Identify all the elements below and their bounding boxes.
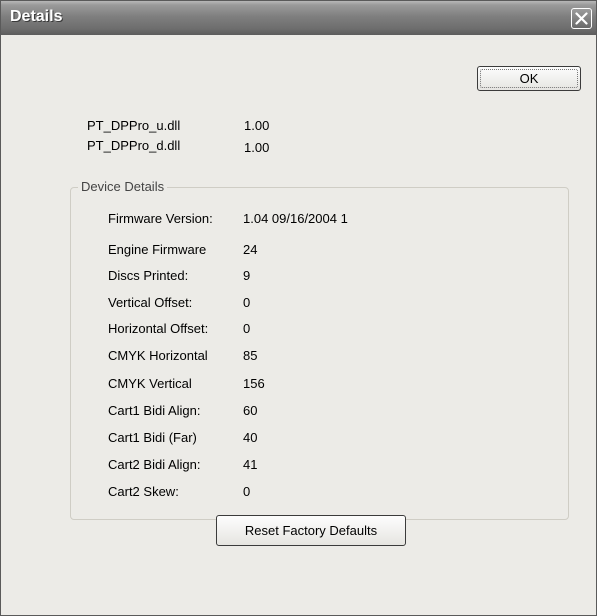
detail-value: 9	[243, 268, 251, 283]
ok-button[interactable]: OK	[477, 66, 581, 91]
reset-button-label: Reset Factory Defaults	[244, 523, 378, 538]
close-button[interactable]	[571, 8, 592, 29]
dll-version: 1.00	[244, 140, 270, 155]
detail-label: CMYK Vertical	[108, 376, 192, 391]
focus-rect	[480, 69, 578, 88]
detail-label: Cart2 Skew:	[108, 484, 179, 499]
reset-factory-defaults-button[interactable]: Reset Factory Defaults	[216, 515, 406, 546]
detail-value: 41	[243, 457, 258, 472]
detail-label: Cart2 Bidi Align:	[108, 457, 201, 472]
title-bar[interactable]: Details	[1, 1, 596, 35]
detail-value: 85	[243, 348, 258, 363]
detail-label: Vertical Offset:	[108, 295, 193, 310]
detail-label: Horizontal Offset:	[108, 321, 209, 336]
detail-label: Cart1 Bidi Align:	[108, 403, 201, 418]
detail-value: 40	[243, 430, 258, 445]
device-details-title: Device Details	[78, 179, 168, 194]
detail-value: 0	[243, 295, 251, 310]
dll-version: 1.00	[244, 118, 270, 133]
detail-label: CMYK Horizontal	[108, 348, 208, 363]
detail-value: 0	[243, 484, 251, 499]
detail-value: 156	[243, 376, 265, 391]
detail-label: Cart1 Bidi (Far)	[108, 430, 197, 445]
detail-value: 1.04 09/16/2004 1	[243, 211, 348, 226]
detail-value: 60	[243, 403, 258, 418]
close-icon	[575, 12, 588, 25]
detail-label: Firmware Version:	[108, 211, 213, 226]
detail-label: Discs Printed:	[108, 268, 189, 283]
dll-name: PT_DPPro_d.dll	[87, 138, 181, 153]
detail-label: Engine Firmware	[108, 242, 207, 257]
dll-name: PT_DPPro_u.dll	[87, 118, 181, 133]
detail-value: 24	[243, 242, 258, 257]
detail-value: 0	[243, 321, 251, 336]
window-title: Details	[10, 8, 63, 25]
